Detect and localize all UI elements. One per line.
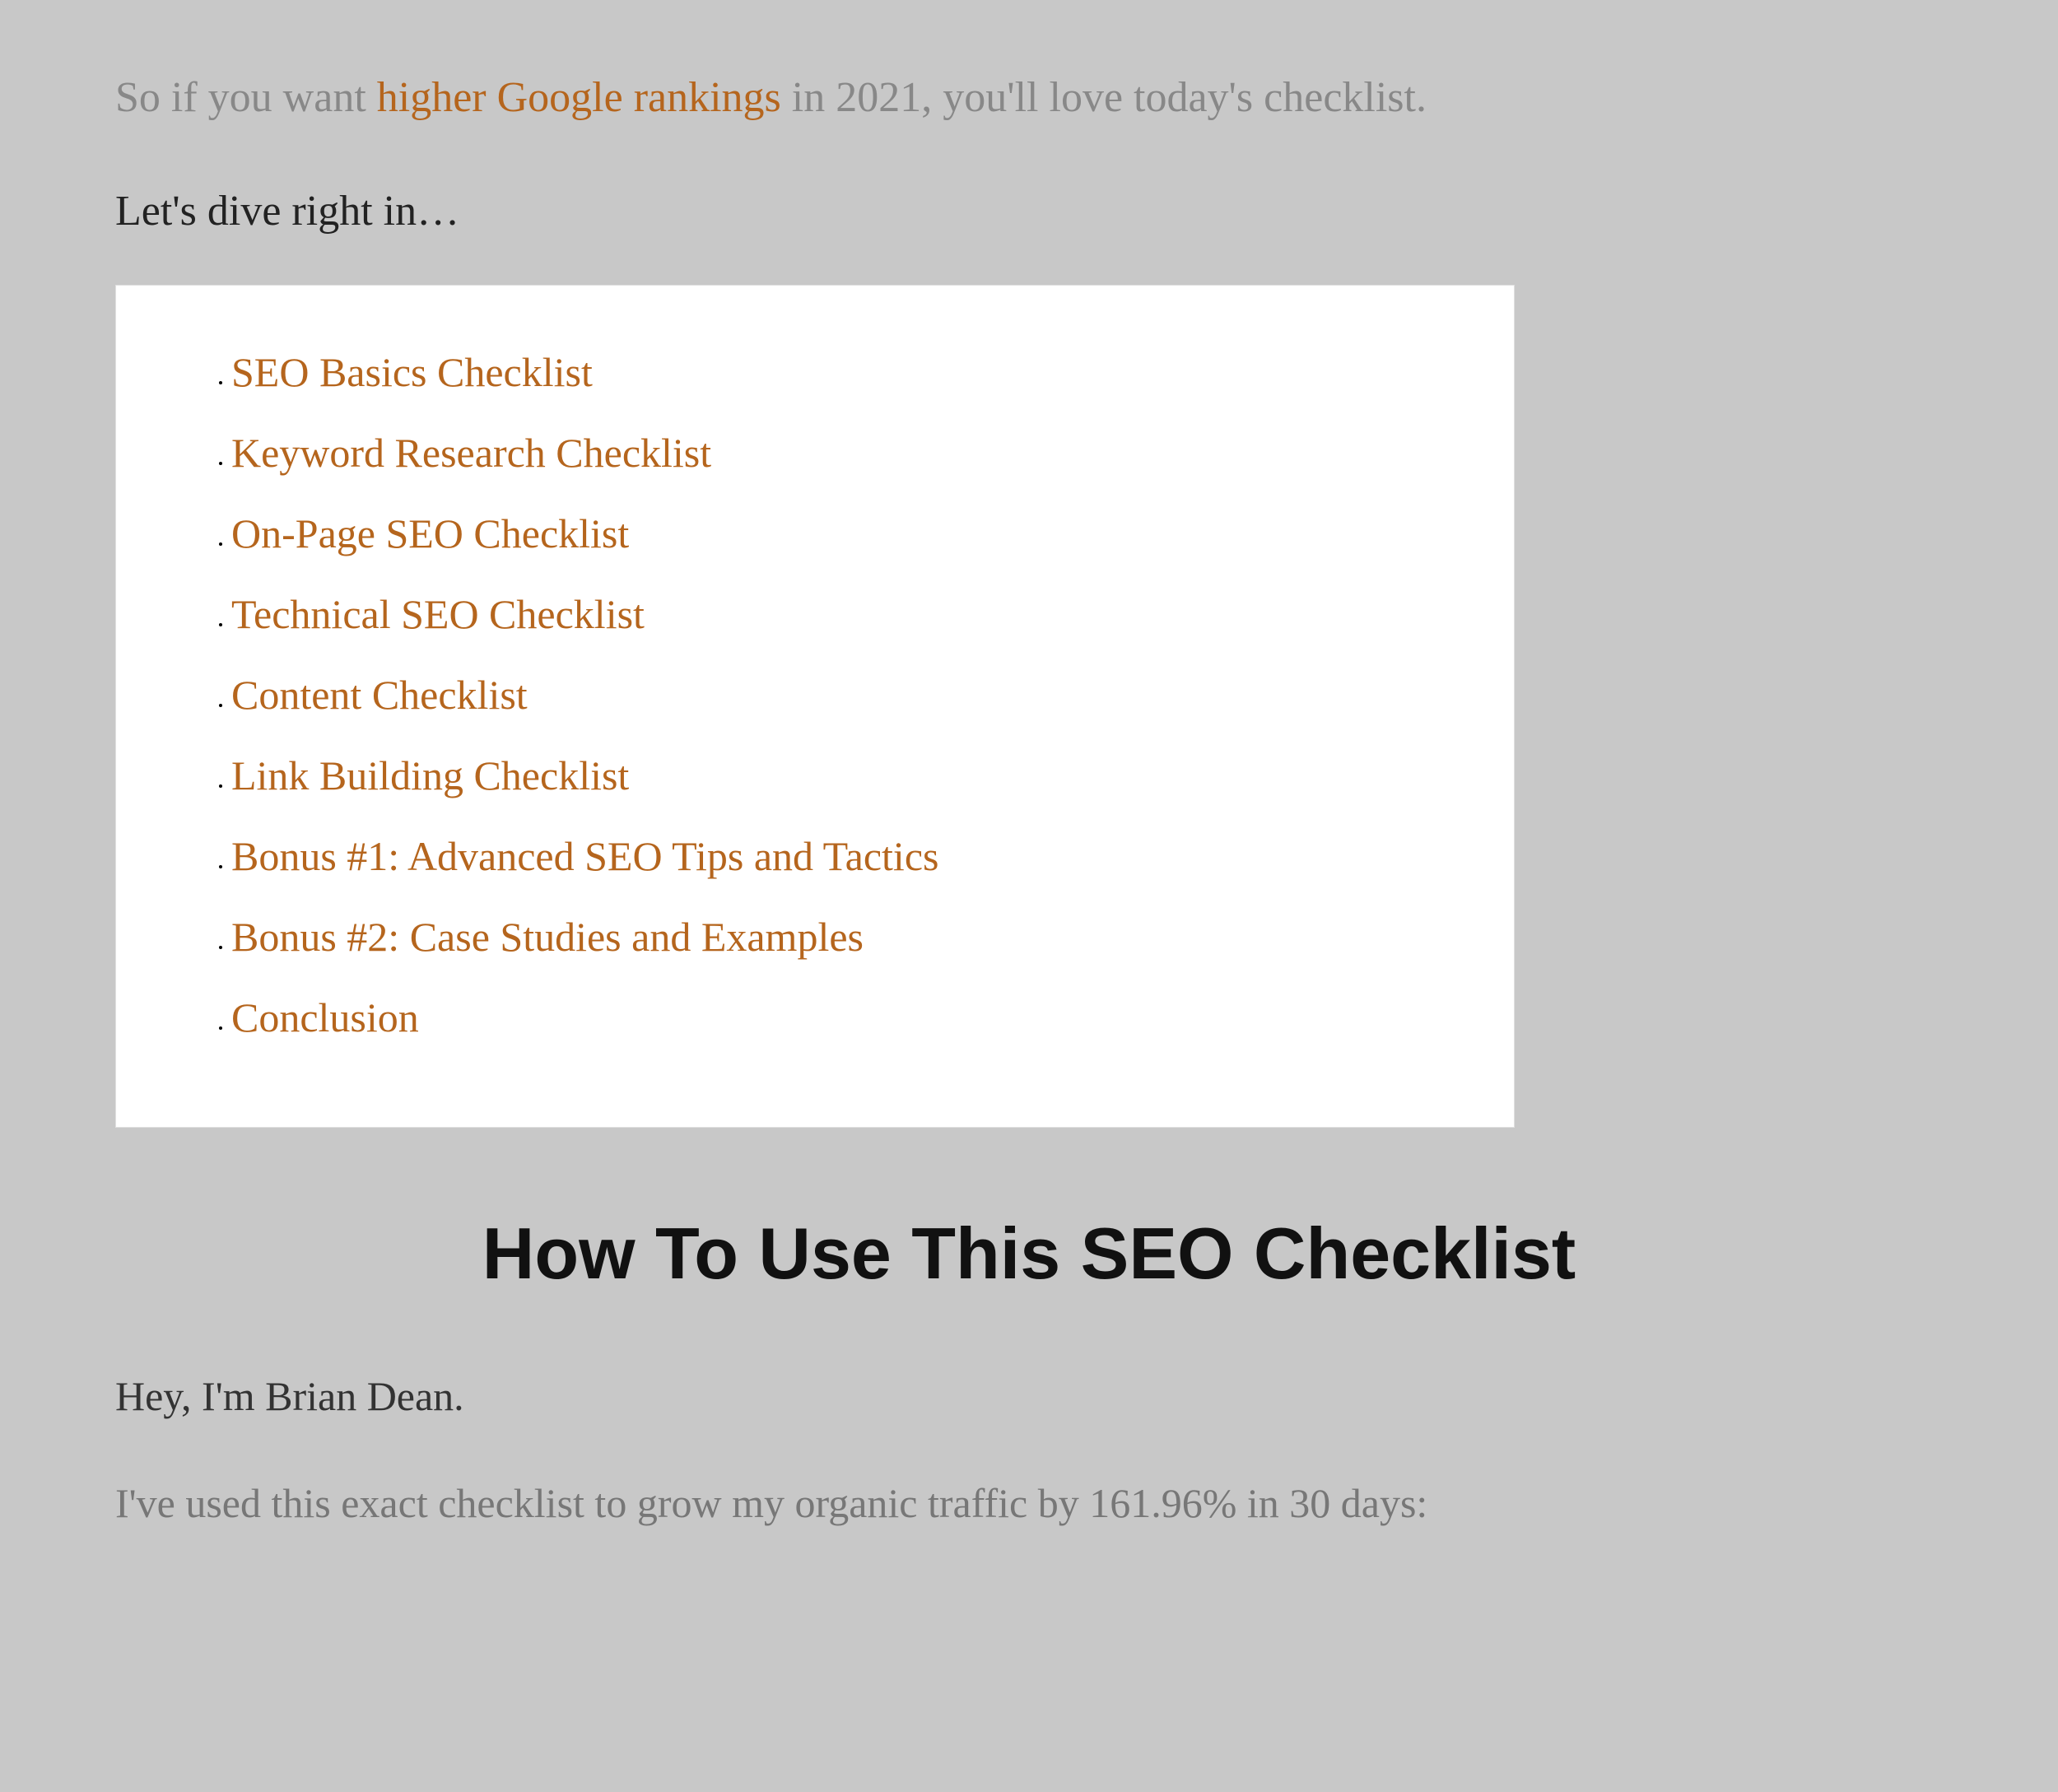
table-of-contents: SEO Basics Checklist Keyword Research Ch… (115, 285, 1515, 1128)
toc-item-5: Content Checklist (231, 666, 1448, 724)
toc-item-8: Bonus #2: Case Studies and Examples (231, 908, 1448, 966)
intro-before-link: So if you want (115, 74, 377, 121)
toc-link-conclusion[interactable]: Conclusion (231, 994, 419, 1040)
dive-text: Let's dive right in… (115, 179, 1943, 244)
intro-after-link: in 2021, you'll love today's checklist. (781, 74, 1427, 121)
intro-paragraph: So if you want higher Google rankings in… (115, 66, 1943, 130)
toc-link-link-building[interactable]: Link Building Checklist (231, 752, 629, 798)
toc-item-7: Bonus #1: Advanced SEO Tips and Tactics (231, 827, 1448, 885)
body-paragraph-1: Hey, I'm Brian Dean. (115, 1363, 1943, 1429)
toc-item-1: SEO Basics Checklist (231, 343, 1448, 401)
toc-link-technical-seo[interactable]: Technical SEO Checklist (231, 591, 645, 637)
intro-link[interactable]: higher Google rankings (377, 74, 781, 121)
toc-link-bonus-2[interactable]: Bonus #2: Case Studies and Examples (231, 914, 864, 960)
toc-link-content[interactable]: Content Checklist (231, 672, 528, 718)
toc-link-bonus-1[interactable]: Bonus #1: Advanced SEO Tips and Tactics (231, 833, 938, 879)
body-paragraph-2: I've used this exact checklist to grow m… (115, 1470, 1943, 1536)
toc-item-2: Keyword Research Checklist (231, 424, 1448, 482)
toc-item-6: Link Building Checklist (231, 747, 1448, 804)
toc-link-seo-basics[interactable]: SEO Basics Checklist (231, 349, 593, 395)
toc-link-on-page-seo[interactable]: On-Page SEO Checklist (231, 510, 629, 556)
toc-list: SEO Basics Checklist Keyword Research Ch… (182, 343, 1448, 1046)
toc-link-keyword-research[interactable]: Keyword Research Checklist (231, 430, 711, 476)
toc-item-3: On-Page SEO Checklist (231, 505, 1448, 562)
toc-item-9: Conclusion (231, 989, 1448, 1046)
toc-item-4: Technical SEO Checklist (231, 585, 1448, 643)
section-heading: How To Use This SEO Checklist (115, 1210, 1943, 1297)
